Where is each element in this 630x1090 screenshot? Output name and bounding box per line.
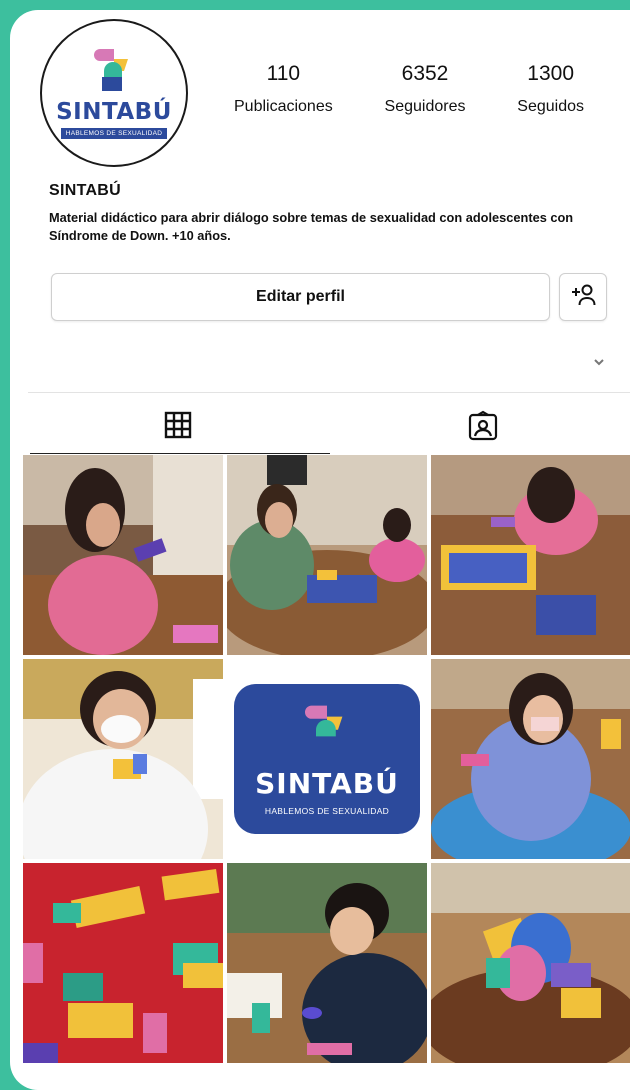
stat-value: 1300 — [527, 62, 574, 85]
brand-logo-icon — [94, 47, 134, 99]
grid-icon[interactable] — [163, 410, 193, 445]
post-thumbnail[interactable] — [431, 659, 630, 859]
post-thumbnail[interactable] — [23, 863, 223, 1063]
profile-avatar[interactable]: SINTABÚ HABLEMOS DE SEXUALIDAD — [40, 19, 188, 167]
post-thumbnail[interactable] — [431, 863, 630, 1063]
add-person-icon — [570, 283, 596, 312]
stat-label: Seguidos — [517, 98, 584, 115]
stat-label: Seguidores — [384, 98, 466, 115]
avatar-logo-word: SINTABÚ — [56, 99, 172, 125]
stat-value: 110 — [266, 62, 301, 85]
logo-word: SINTABÚ — [255, 767, 399, 800]
stat-posts[interactable]: 110 Publicaciones — [234, 62, 333, 116]
stat-label: Publicaciones — [234, 98, 333, 115]
profile-stats: 110 Publicaciones 6352 Seguidores 1300 S… — [234, 62, 584, 116]
post-thumbnail[interactable] — [431, 455, 630, 655]
stat-following[interactable]: 1300 Seguidos — [517, 62, 584, 116]
post-logo[interactable]: SINTABÚ HABLEMOS DE SEXUALIDAD — [227, 659, 427, 859]
add-person-button[interactable] — [559, 273, 607, 321]
post-thumbnail[interactable] — [227, 863, 427, 1063]
brand-logo-icon — [305, 702, 349, 767]
edit-profile-button[interactable]: Editar perfil — [51, 273, 550, 321]
tagged-icon[interactable] — [467, 410, 499, 447]
posts-grid: SINTABÚ HABLEMOS DE SEXUALIDAD — [23, 455, 630, 1063]
post-thumbnail[interactable] — [23, 659, 223, 859]
profile-screen: SINTABÚ HABLEMOS DE SEXUALIDAD 110 Publi… — [10, 10, 630, 1090]
chevron-down-icon[interactable] — [592, 354, 606, 372]
post-thumbnail[interactable] — [23, 455, 223, 655]
logo-tagline: HABLEMOS DE SEXUALIDAD — [264, 806, 390, 816]
avatar-logo-tagline: HABLEMOS DE SEXUALIDAD — [60, 128, 168, 139]
stat-followers[interactable]: 6352 Seguidores — [385, 62, 466, 116]
logo-tile: SINTABÚ HABLEMOS DE SEXUALIDAD — [234, 684, 420, 834]
section-divider — [28, 392, 630, 393]
profile-name: SINTABÚ — [49, 182, 122, 199]
stat-value: 6352 — [401, 62, 449, 85]
active-tab-indicator — [30, 453, 330, 454]
profile-bio: Material didáctico para abrir diálogo so… — [49, 210, 574, 243]
post-thumbnail[interactable] — [227, 455, 427, 655]
